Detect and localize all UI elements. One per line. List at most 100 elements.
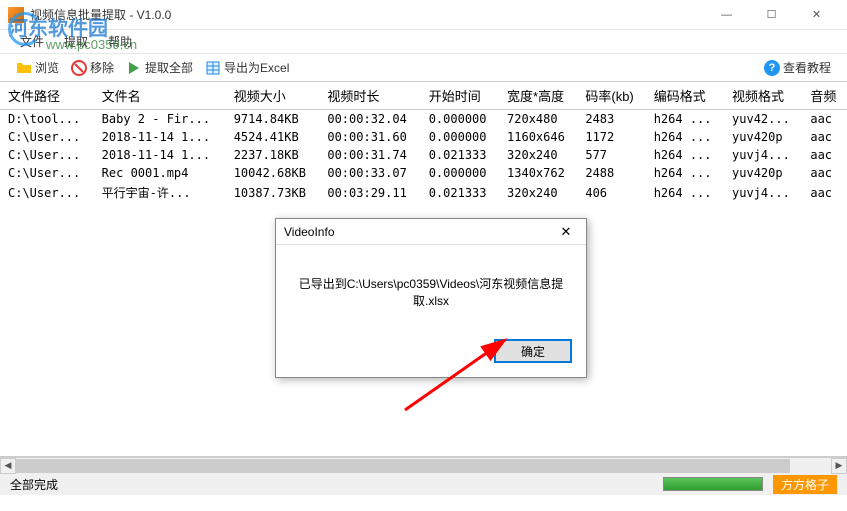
col-bitrate[interactable]: 码率(kb) — [577, 82, 645, 110]
cell-start: 0.021333 — [421, 182, 499, 203]
status-text: 全部完成 — [10, 476, 653, 493]
scroll-thumb[interactable] — [16, 459, 790, 473]
cell-vcodec: h264 ... — [646, 128, 724, 146]
cell-acodec: aac — [802, 110, 847, 129]
cell-size: 9714.84KB — [226, 110, 320, 129]
window-controls: — ☐ ✕ — [704, 0, 839, 30]
col-duration[interactable]: 视频时长 — [319, 82, 420, 110]
cell-pixfmt: yuvj4... — [724, 146, 802, 164]
window-titlebar: 视频信息批量提取 - V1.0.0 — ☐ ✕ — [0, 0, 847, 30]
dialog-titlebar[interactable]: VideoInfo ✕ — [276, 219, 586, 245]
cell-pixfmt: yuvj4... — [724, 182, 802, 203]
app-icon — [8, 7, 24, 23]
table-row[interactable]: C:\User...2018-11-14 1...2237.18KB00:00:… — [0, 146, 847, 164]
col-size[interactable]: 视频大小 — [226, 82, 320, 110]
cell-path: D:\tool... — [0, 110, 94, 129]
help-icon: ? — [764, 60, 780, 76]
scroll-track[interactable] — [16, 458, 831, 474]
cell-acodec: aac — [802, 164, 847, 182]
horizontal-scrollbar[interactable]: ◀ ▶ — [0, 457, 847, 473]
cell-duration: 00:00:31.60 — [319, 128, 420, 146]
cell-path: C:\User... — [0, 164, 94, 182]
cell-vcodec: h264 ... — [646, 146, 724, 164]
maximize-button[interactable]: ☐ — [749, 0, 794, 30]
cell-name: 2018-11-14 1... — [94, 146, 226, 164]
cell-name: 2018-11-14 1... — [94, 128, 226, 146]
dialog-footer: 确定 — [276, 329, 586, 377]
col-resolution[interactable]: 宽度*高度 — [499, 82, 577, 110]
cell-name: Rec 0001.mp4 — [94, 164, 226, 182]
cell-path: C:\User... — [0, 182, 94, 203]
cell-resolution: 320x240 — [499, 146, 577, 164]
cell-duration: 00:03:29.11 — [319, 182, 420, 203]
cell-name: Baby 2 - Fir... — [94, 110, 226, 129]
remove-icon — [71, 60, 87, 76]
cell-size: 4524.41KB — [226, 128, 320, 146]
scroll-left-button[interactable]: ◀ — [0, 458, 16, 474]
cell-name: 平行宇宙-许... — [94, 182, 226, 203]
ok-button[interactable]: 确定 — [494, 339, 572, 363]
table-row[interactable]: D:\tool...Baby 2 - Fir...9714.84KB00:00:… — [0, 110, 847, 129]
cell-size: 2237.18KB — [226, 146, 320, 164]
cell-size: 10042.68KB — [226, 164, 320, 182]
video-table: 文件路径 文件名 视频大小 视频时长 开始时间 宽度*高度 码率(kb) 编码格… — [0, 82, 847, 203]
cell-duration: 00:00:32.04 — [319, 110, 420, 129]
cell-acodec: aac — [802, 182, 847, 203]
cell-bitrate: 2483 — [577, 110, 645, 129]
cell-size: 10387.73KB — [226, 182, 320, 203]
cell-duration: 00:00:31.74 — [319, 146, 420, 164]
browse-label: 浏览 — [35, 59, 59, 76]
remove-label: 移除 — [90, 59, 114, 76]
close-button[interactable]: ✕ — [794, 0, 839, 30]
browse-button[interactable]: 浏览 — [10, 57, 65, 78]
cell-start: 0.021333 — [421, 146, 499, 164]
cell-resolution: 1160x646 — [499, 128, 577, 146]
extract-all-button[interactable]: 提取全部 — [120, 57, 199, 78]
col-pixfmt[interactable]: 视频格式 — [724, 82, 802, 110]
cell-bitrate: 1172 — [577, 128, 645, 146]
table-row[interactable]: C:\User...Rec 0001.mp410042.68KB00:00:33… — [0, 164, 847, 182]
cell-duration: 00:00:33.07 — [319, 164, 420, 182]
table-row[interactable]: C:\User...2018-11-14 1...4524.41KB00:00:… — [0, 128, 847, 146]
tutorial-button[interactable]: ? 查看教程 — [758, 57, 837, 78]
tutorial-label: 查看教程 — [783, 59, 831, 76]
cell-start: 0.000000 — [421, 110, 499, 129]
brand-badge: 方方格子 — [773, 475, 837, 494]
col-path[interactable]: 文件路径 — [0, 82, 94, 110]
menu-file[interactable]: 文件 — [10, 33, 54, 50]
scroll-right-button[interactable]: ▶ — [831, 458, 847, 474]
cell-acodec: aac — [802, 146, 847, 164]
cell-start: 0.000000 — [421, 128, 499, 146]
extract-all-label: 提取全部 — [145, 59, 193, 76]
cell-vcodec: h264 ... — [646, 110, 724, 129]
cell-bitrate: 577 — [577, 146, 645, 164]
col-vcodec[interactable]: 编码格式 — [646, 82, 724, 110]
menu-extract[interactable]: 提取 — [54, 33, 98, 50]
cell-resolution: 320x240 — [499, 182, 577, 203]
cell-bitrate: 2488 — [577, 164, 645, 182]
export-success-dialog: VideoInfo ✕ 已导出到C:\Users\pc0359\Videos\河… — [275, 218, 587, 378]
cell-vcodec: h264 ... — [646, 182, 724, 203]
cell-path: C:\User... — [0, 146, 94, 164]
play-icon — [126, 60, 142, 76]
remove-button[interactable]: 移除 — [65, 57, 120, 78]
col-name[interactable]: 文件名 — [94, 82, 226, 110]
window-title: 视频信息批量提取 - V1.0.0 — [30, 6, 704, 23]
table-header-row: 文件路径 文件名 视频大小 视频时长 开始时间 宽度*高度 码率(kb) 编码格… — [0, 82, 847, 110]
progress-bar — [663, 477, 763, 491]
dialog-close-button[interactable]: ✕ — [554, 222, 578, 242]
cell-pixfmt: yuv420p — [724, 128, 802, 146]
folder-icon — [16, 60, 32, 76]
cell-start: 0.000000 — [421, 164, 499, 182]
col-acodec[interactable]: 音频 — [802, 82, 847, 110]
table-row[interactable]: C:\User...平行宇宙-许...10387.73KB00:03:29.11… — [0, 182, 847, 203]
cell-acodec: aac — [802, 128, 847, 146]
cell-pixfmt: yuv420p — [724, 164, 802, 182]
cell-resolution: 1340x762 — [499, 164, 577, 182]
dialog-message: 已导出到C:\Users\pc0359\Videos\河东视频信息提取.xlsx — [276, 245, 586, 329]
menu-help[interactable]: 帮助 — [98, 33, 142, 50]
col-start[interactable]: 开始时间 — [421, 82, 499, 110]
minimize-button[interactable]: — — [704, 0, 749, 30]
export-excel-label: 导出为Excel — [224, 59, 289, 76]
export-excel-button[interactable]: 导出为Excel — [199, 57, 295, 78]
